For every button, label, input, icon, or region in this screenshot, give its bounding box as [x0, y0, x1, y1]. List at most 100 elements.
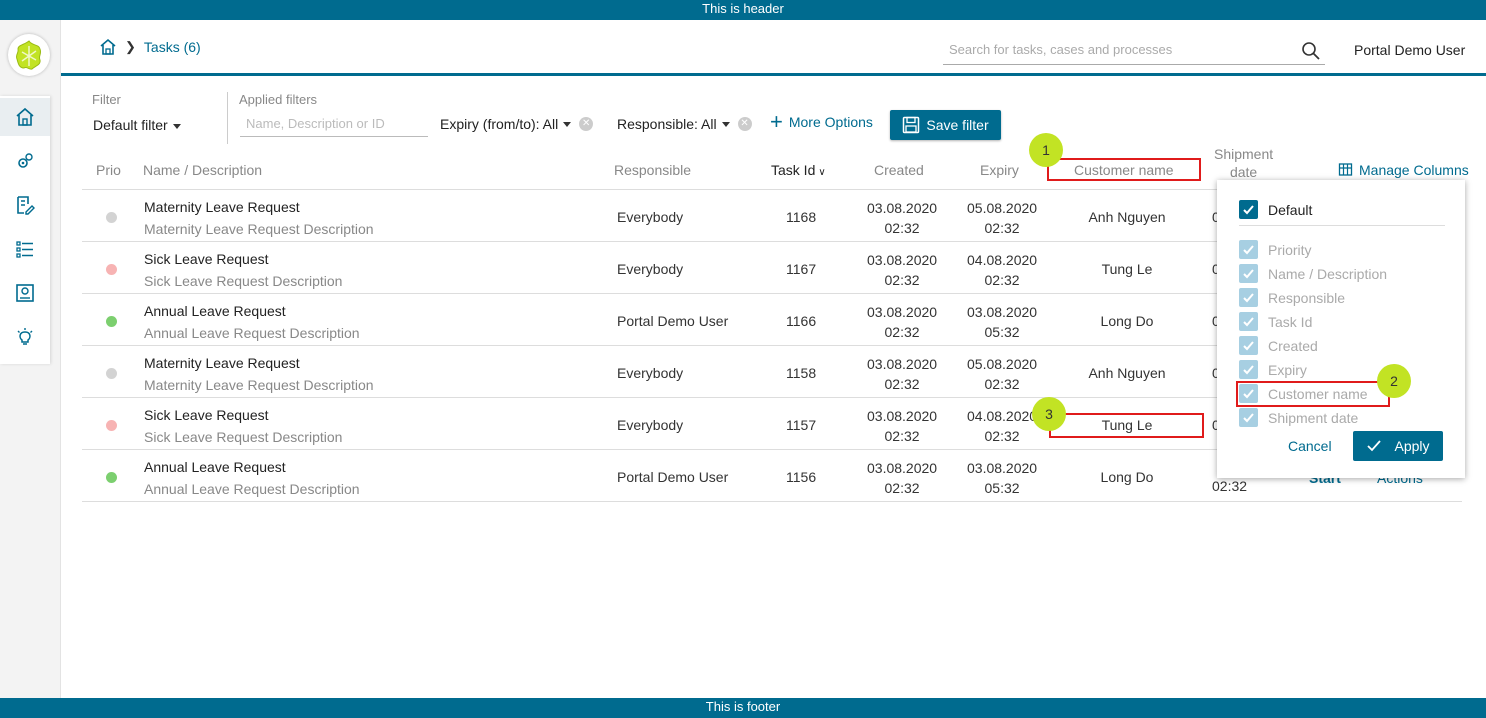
column-checkbox[interactable]: Shipment date	[1239, 408, 1358, 427]
checkbox-checked-icon	[1239, 408, 1258, 427]
task-name[interactable]: Maternity Leave Request	[144, 199, 300, 215]
task-customer-name: Long Do	[1100, 469, 1154, 485]
check-icon	[1367, 440, 1382, 452]
nav-home[interactable]	[0, 98, 50, 136]
column-checkbox[interactable]: Responsible	[1239, 288, 1345, 307]
priority-indicator	[106, 472, 117, 483]
checkbox-checked-icon	[1239, 288, 1258, 307]
default-checkbox[interactable]: Default	[1239, 200, 1312, 219]
task-id: 1166	[786, 313, 817, 329]
checkbox-checked-icon	[1239, 200, 1258, 219]
task-id: 1157	[786, 417, 817, 433]
nav-cases[interactable]	[0, 230, 50, 268]
col-created[interactable]: Created	[874, 162, 924, 178]
apply-label: Apply	[1394, 438, 1430, 454]
manage-columns-label: Manage Columns	[1359, 162, 1469, 178]
clear-icon[interactable]: ✕	[579, 117, 594, 131]
filter-select[interactable]: Default filter	[93, 117, 181, 133]
search-icon[interactable]	[1301, 41, 1321, 61]
created-date: 03.08.2020	[867, 408, 938, 424]
task-name[interactable]: Sick Leave Request	[144, 407, 269, 423]
col-prio[interactable]: Prio	[96, 162, 121, 178]
column-checkbox-label: Name / Description	[1268, 265, 1388, 282]
column-checkbox[interactable]: Priority	[1239, 240, 1312, 259]
checkbox-checked-icon	[1239, 312, 1258, 331]
task-edit-icon	[17, 196, 35, 215]
expiry-time: 02:32	[984, 220, 1020, 236]
task-expiry: 03.08.2020 05:32	[967, 302, 1037, 342]
breadcrumb-tasks[interactable]: Tasks (6)	[144, 39, 201, 55]
columns-icon	[1338, 163, 1353, 176]
column-checkbox[interactable]: Created	[1239, 336, 1318, 355]
global-search-input[interactable]: Search for tasks, cases and processes	[943, 38, 1325, 65]
caret-down-icon	[172, 123, 181, 129]
created-time: 02:32	[884, 272, 920, 288]
created-date: 03.08.2020	[867, 304, 938, 320]
task-id: 1158	[786, 365, 817, 381]
portal-logo[interactable]	[8, 34, 50, 76]
applied-filters-label: Applied filters	[239, 92, 318, 107]
manage-columns-popup: Default Priority Name / Description Respon…	[1217, 180, 1465, 478]
expiry-date: 05.08.2020	[967, 356, 1038, 372]
page-header: ❯ Tasks (6) Search for tasks, cases and …	[61, 20, 1486, 76]
task-name[interactable]: Maternity Leave Request	[144, 355, 300, 371]
task-customer-name: Anh Nguyen	[1088, 365, 1166, 381]
col-task-id-label: Task Id	[771, 162, 816, 178]
checkbox-checked-icon	[1239, 360, 1258, 379]
task-shipment-date: 02:32	[1212, 478, 1248, 494]
checkbox-checked-icon	[1239, 264, 1258, 283]
breadcrumb: ❯ Tasks (6)	[99, 38, 201, 56]
created-date: 03.08.2020	[867, 460, 938, 476]
user-menu[interactable]: Portal Demo User	[1354, 42, 1465, 58]
task-created: 03.08.2020 02:32	[867, 458, 937, 498]
caret-down-icon	[563, 121, 572, 127]
task-responsible: Everybody	[617, 365, 684, 381]
created-time: 02:32	[884, 428, 920, 444]
apply-button[interactable]: Apply	[1353, 431, 1443, 461]
task-id: 1167	[786, 261, 817, 277]
annotation-badge-2: 2	[1377, 364, 1411, 398]
filter-label: Filter	[92, 92, 121, 107]
col-name[interactable]: Name / Description	[143, 162, 262, 178]
col-expiry[interactable]: Expiry	[980, 162, 1019, 178]
column-checkbox[interactable]: Name / Description	[1239, 264, 1387, 283]
highlight-customer-cell	[1049, 413, 1204, 438]
task-customer-name: Tung Le	[1101, 261, 1153, 277]
column-checkbox-label: Expiry	[1268, 361, 1307, 378]
responsible-filter-chip[interactable]: Responsible: All ✕	[617, 116, 752, 132]
clear-icon[interactable]: ✕	[737, 117, 752, 131]
task-name[interactable]: Annual Leave Request	[144, 459, 286, 475]
home-icon	[16, 107, 34, 126]
home-icon[interactable]	[99, 38, 117, 56]
task-name[interactable]: Sick Leave Request	[144, 251, 269, 267]
priority-indicator	[106, 264, 117, 275]
nav-processes[interactable]	[0, 142, 50, 180]
column-checkbox[interactable]: Task Id	[1239, 312, 1312, 331]
save-filter-button[interactable]: Save filter	[890, 110, 1001, 140]
col-responsible[interactable]: Responsible	[614, 162, 691, 178]
more-options-button[interactable]: + More Options	[770, 111, 873, 133]
task-expiry: 05.08.2020 02:32	[967, 354, 1037, 394]
expiry-filter-chip[interactable]: Expiry (from/to): All ✕	[440, 116, 594, 132]
expiry-time: 05:32	[984, 480, 1020, 496]
task-customer-name: Long Do	[1100, 313, 1154, 329]
task-created: 03.08.2020 02:32	[867, 406, 937, 446]
nav-tasks[interactable]	[0, 186, 50, 224]
cancel-button[interactable]: Cancel	[1288, 438, 1332, 454]
keyword-filter-input[interactable]: Name, Description or ID	[240, 116, 428, 137]
nav-dashboard[interactable]	[0, 274, 50, 312]
default-checkbox-label: Default	[1268, 201, 1313, 218]
task-name[interactable]: Annual Leave Request	[144, 303, 286, 319]
annotation-badge-3: 3	[1032, 397, 1066, 431]
col-shipment-date[interactable]: Shipment date	[1214, 145, 1273, 181]
header-banner: This is header	[0, 0, 1486, 20]
task-responsible: Everybody	[617, 417, 684, 433]
task-expiry: 04.08.2020 02:32	[967, 406, 1037, 446]
created-time: 02:32	[884, 376, 920, 392]
responsible-filter-label: Responsible: All	[617, 116, 717, 132]
nav-statistics[interactable]	[0, 318, 50, 356]
manage-columns-button[interactable]: Manage Columns	[1338, 162, 1469, 178]
col-task-id[interactable]: Task Id ∨	[771, 162, 826, 178]
priority-indicator	[106, 420, 117, 431]
column-checkbox[interactable]: Expiry	[1239, 360, 1307, 379]
